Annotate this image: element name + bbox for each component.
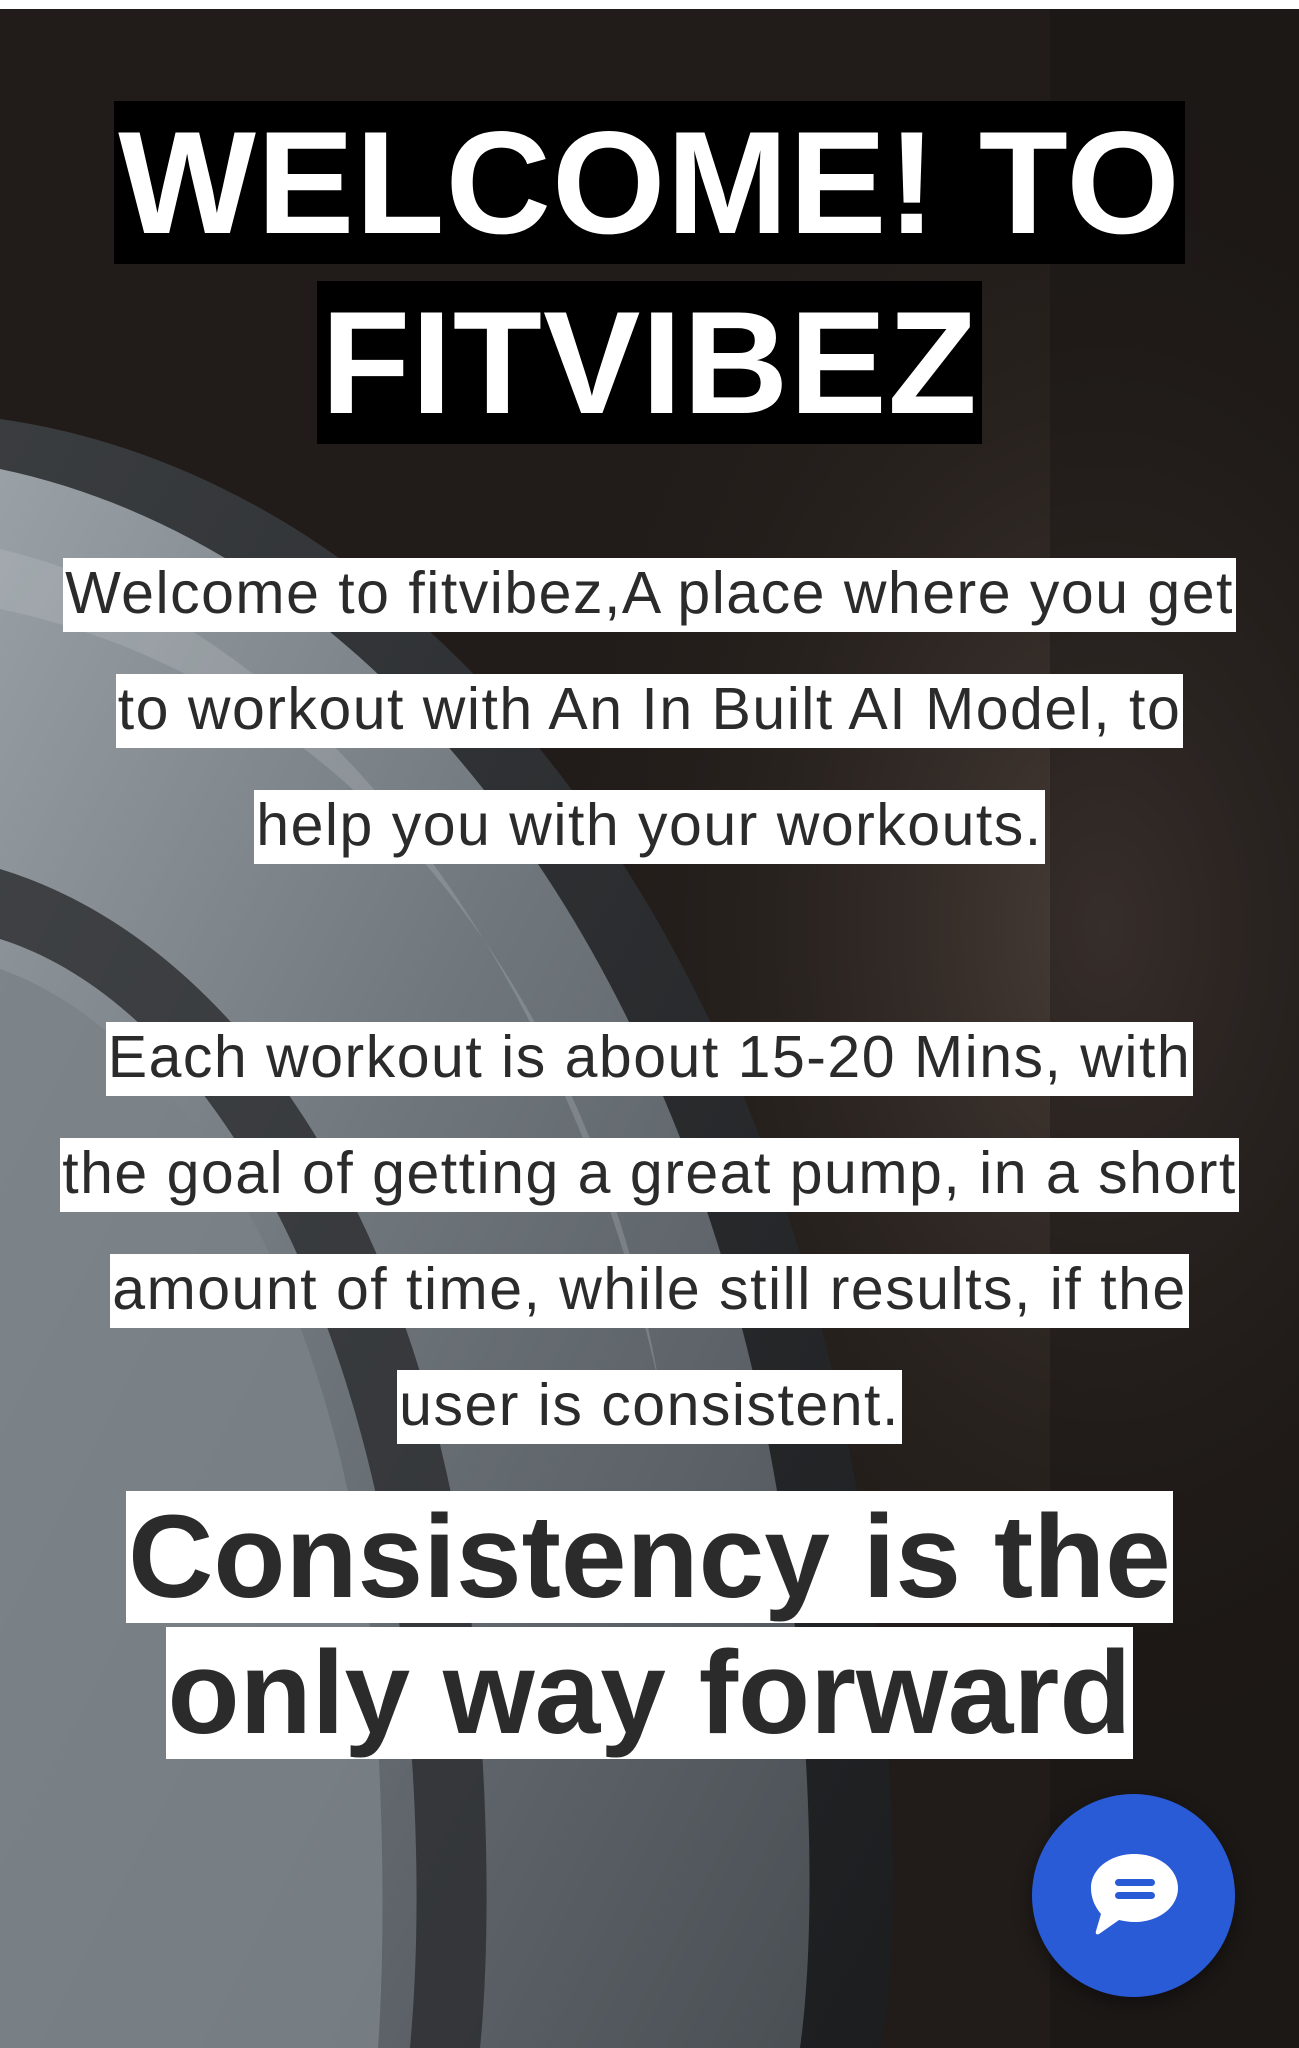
tagline-heading: Consistency is the only way forward [60, 1489, 1239, 1761]
workout-details-paragraph: Each workout is about 15-20 Mins, with t… [60, 999, 1239, 1463]
tagline-text: Consistency is the only way forward [126, 1491, 1173, 1759]
intro-text: Welcome to fitvibez,A place where you ge… [63, 558, 1236, 864]
chat-button[interactable] [1032, 1794, 1235, 1997]
chat-bubble-icon [1091, 1854, 1178, 1935]
page-title: WELCOME! TO FITVIBEZ [0, 93, 1299, 453]
hero-section: WELCOME! TO FITVIBEZ Welcome to fitvibez… [0, 9, 1299, 2048]
workout-details-text: Each workout is about 15-20 Mins, with t… [60, 1022, 1239, 1444]
intro-paragraph: Welcome to fitvibez,A place where you ge… [60, 535, 1239, 883]
page-title-text: WELCOME! TO FITVIBEZ [114, 101, 1185, 444]
